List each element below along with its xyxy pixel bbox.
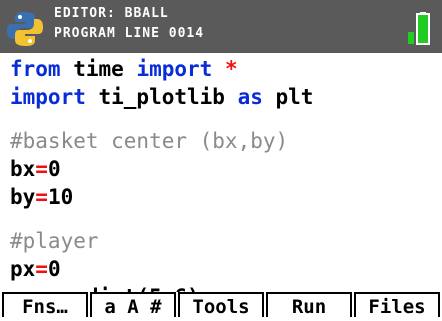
battery-icon [408,12,430,45]
operator: = [35,185,48,209]
variable-name: by [10,185,36,209]
value: 0 [47,257,61,281]
calculator-screen: EDITOR: BBALL PROGRAM LINE 0014 from tim… [0,0,442,319]
char-menu-button[interactable]: a A # [90,292,176,318]
keyword: as [237,85,263,109]
python-logo-icon [7,12,43,46]
value: 10 [47,185,74,209]
comment: #player [10,229,99,253]
code-line[interactable]: #player [10,227,435,255]
code-line[interactable]: bx=0 [10,155,435,183]
code-line[interactable]: px=0 [10,255,435,283]
keyword: from [10,57,61,81]
operator: = [35,257,48,281]
tools-menu-button[interactable]: Tools [178,292,264,318]
operator: * [224,57,238,81]
blank-line[interactable] [10,111,435,127]
comment: #basket center (bx,by) [10,129,289,153]
code-line[interactable]: from time import * [10,55,435,83]
editor-header: EDITOR: BBALL PROGRAM LINE 0014 [0,0,442,53]
code-line[interactable]: #basket center (bx,by) [10,127,435,155]
run-button[interactable]: Run [266,292,352,318]
function-key-bar: Fns… a A # Tools Run Files [0,292,442,319]
operator: = [35,157,48,181]
editor-name-label: EDITOR: BBALL [54,6,169,21]
files-menu-button[interactable]: Files [354,292,440,318]
program-line-label: PROGRAM LINE 0014 [54,26,205,41]
variable-name: px [10,257,36,281]
fns-menu-button[interactable]: Fns… [2,292,88,318]
code-text: time [60,57,137,81]
code-editor[interactable]: from time import * import ti_plotlib as … [10,55,435,311]
code-text: plt [262,85,314,109]
variable-name: bx [10,157,36,181]
code-text: ti_plotlib [85,85,238,109]
blank-line[interactable] [10,211,435,227]
code-line[interactable]: import ti_plotlib as plt [10,83,435,111]
value: 0 [47,157,61,181]
code-line[interactable]: by=10 [10,183,435,211]
keyword: import [10,85,86,109]
keyword: import [136,57,213,81]
